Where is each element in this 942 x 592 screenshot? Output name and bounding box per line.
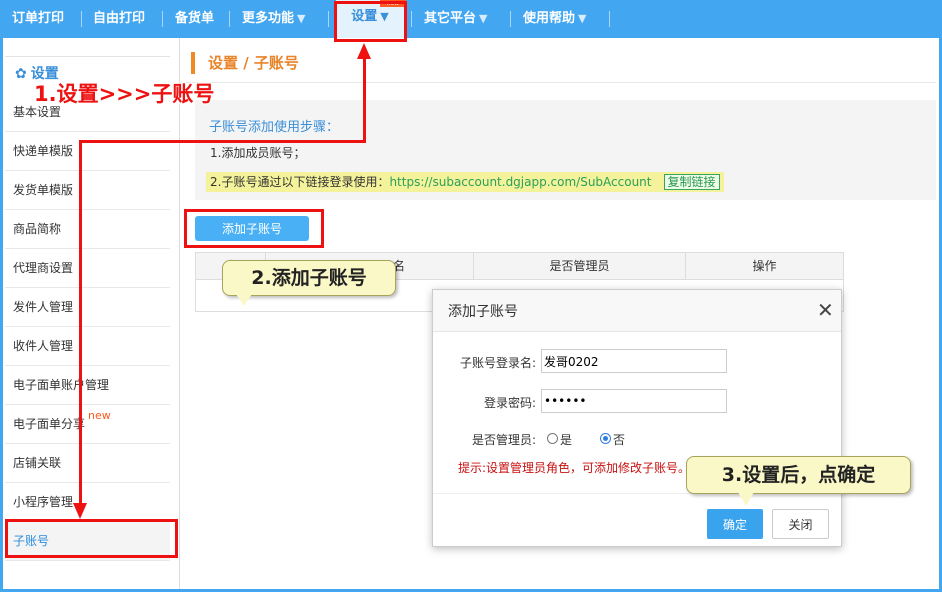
nav-separator [229,11,230,27]
admin-yes-radio[interactable] [547,433,558,444]
nav-separator [162,11,163,27]
nav-separator [609,11,610,27]
sidebar-item-eorder-account[interactable]: 电子面单账户管理 [5,366,170,405]
gear-icon: ✿ [15,66,27,82]
arrow-down-icon [73,503,87,519]
password-label: 登录密码: [483,396,536,410]
chevron-down-icon: ▼ [297,12,306,25]
admin-hint: 提示:设置管理员角色，可添加修改子账号。 [458,461,691,475]
step-one: 1.添加成员账号； [210,146,306,160]
nav-free-print[interactable]: 自由打印 [93,0,145,38]
login-name-input[interactable] [541,349,727,373]
sidebar-item-agent-settings[interactable]: 代理商设置 [5,249,170,288]
nav-order-print[interactable]: 订单打印 [12,0,64,38]
nav-more-features[interactable]: 更多功能 ▼ [242,0,305,38]
highlight-sub-account-item [5,519,178,558]
admin-no-radio[interactable] [600,433,611,444]
admin-label: 是否管理员: [471,433,536,447]
annotation-step-2: 2.添加子账号 [222,260,396,296]
sidebar-item-invoice-template[interactable]: 发货单模版 [5,171,170,210]
add-sub-account-dialog: 添加子账号 ✕ 子账号登录名: 登录密码: 是否管理员: 是 否 提示:设置管理… [432,289,842,547]
nav-other-platforms[interactable]: 其它平台 ▼ [424,0,487,38]
nav-separator [81,11,82,27]
new-badge: new [88,409,111,422]
close-button[interactable]: 关闭 [772,509,829,539]
arrow-up-icon [357,43,371,59]
connector-line [363,58,366,142]
admin-yes-label: 是 [560,433,573,447]
title-accent-bar [191,52,195,74]
nav-help[interactable]: 使用帮助 ▼ [523,0,586,38]
steps-title: 子账号添加使用步骤： [209,120,340,135]
close-icon[interactable]: ✕ [817,298,834,322]
nav-separator [328,11,329,27]
dialog-title: 添加子账号 [448,304,518,320]
sidebar-divider [179,38,180,589]
callout-tail [738,492,754,506]
nav-stock-list[interactable]: 备货单 [175,0,214,38]
nav-separator [411,11,412,27]
password-input[interactable] [541,389,727,413]
highlight-add-button [184,209,324,248]
nav-label: 其它平台 [424,11,477,26]
step-two: 2.子账号通过以下链接登录使用：https://subaccount.dgjap… [206,172,724,192]
annotation-step-3: 3.设置后，点确定 [686,456,911,494]
title-divider [180,82,936,83]
copy-link-button[interactable]: 复制链接 [663,174,720,190]
chevron-down-icon: ▼ [479,12,488,25]
top-nav: 订单打印 自由打印 备货单 更多功能 ▼ 设置 ▼ new 其它平台 ▼ 使用帮助 ▼ [0,0,942,38]
confirm-button[interactable]: 确定 [707,509,763,539]
connector-line [79,140,366,143]
chevron-down-icon: ▼ [578,12,587,25]
sub-account-link[interactable]: https://subaccount.dgjapp.com/SubAccount [389,175,651,189]
annotation-step-1: 1.设置>>>子账号 [34,82,215,106]
sidebar-item-sender-management[interactable]: 发件人管理 [5,288,170,327]
sidebar-item-store-link[interactable]: 店铺关联 [5,444,170,483]
page-title: 设置 / 子账号 [208,54,299,72]
nav-label: 更多功能 [242,11,295,26]
column-header-actions: 操作 [752,259,777,273]
login-name-label: 子账号登录名: [459,356,536,370]
sidebar-item-product-short-name[interactable]: 商品简称 [5,210,170,249]
connector-line [79,140,82,506]
admin-no-label: 否 [613,433,626,447]
sidebar-item-express-template[interactable]: 快递单模版 [5,132,170,171]
nav-label: 使用帮助 [523,11,576,26]
nav-separator [510,11,511,27]
step-two-text: 2.子账号通过以下链接登录使用： [210,175,390,189]
callout-tail [236,294,252,306]
sidebar-item-mini-program[interactable]: 小程序管理 [5,483,170,522]
sidebar-item-receiver-management[interactable]: 收件人管理 [5,327,170,366]
column-header-admin: 是否管理员 [474,253,686,280]
highlight-settings-nav [334,1,407,42]
